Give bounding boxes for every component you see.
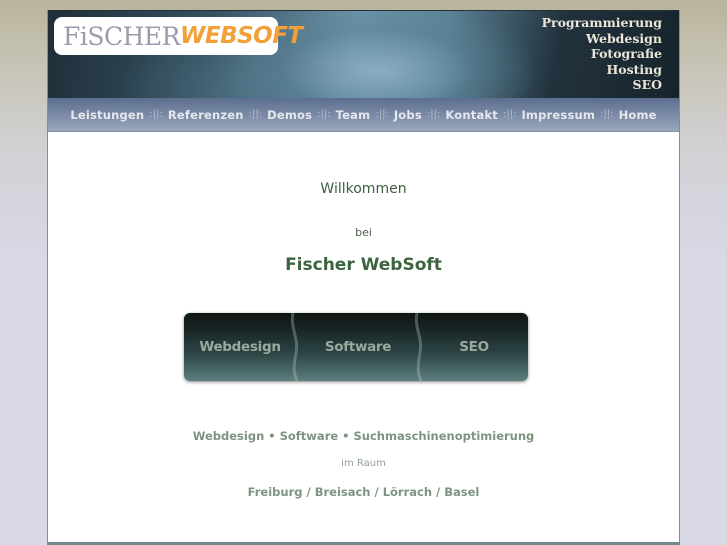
nav-demos[interactable]: Demos <box>267 108 312 122</box>
banner-webdesign-label: Webdesign <box>199 339 281 355</box>
main-nav: Leistungen :||: Referenzen :||: Demos :|… <box>48 98 679 132</box>
service-item: Hosting <box>606 61 662 77</box>
page-container: FiSCHER WEBSOFT Programmierung Webdesign … <box>47 10 680 545</box>
banner-seo-label: SEO <box>459 339 489 355</box>
banner-webdesign[interactable]: Webdesign <box>184 313 296 381</box>
nav-separator: :||: <box>502 109 517 120</box>
service-item: SEO <box>632 77 662 92</box>
banner-software-label: Software <box>324 339 392 355</box>
nav-separator: :||: <box>426 109 441 120</box>
banner-wave-divider <box>414 313 423 381</box>
header-banner: FiSCHER WEBSOFT Programmierung Webdesign … <box>48 10 679 99</box>
bei-text: bei <box>355 226 372 239</box>
nav-separator: :||: <box>600 109 614 120</box>
logo[interactable]: FiSCHER WEBSOFT <box>54 17 303 55</box>
welcome-heading: Willkommen <box>320 181 407 197</box>
banner-wave-divider <box>290 313 299 381</box>
services-list: Programmierung Webdesign Fotografie Host… <box>542 15 662 93</box>
region-label: im Raum <box>341 458 386 469</box>
services-banner: Webdesign Software SEO <box>184 313 528 381</box>
nav-separator: :||: <box>248 109 263 120</box>
nav-team[interactable]: Team <box>336 108 371 122</box>
nav-separator: :||: <box>317 109 331 120</box>
service-item: Webdesign <box>585 30 662 46</box>
logo-fischer: FiSCHER <box>63 21 180 51</box>
nav-referenzen[interactable]: Referenzen <box>168 108 244 122</box>
nav-kontakt[interactable]: Kontakt <box>445 108 498 122</box>
tagline: Webdesign • Software • Suchmaschinenopti… <box>192 429 535 443</box>
logo-websoft: WEBSOFT <box>179 23 303 49</box>
nav-impressum[interactable]: Impressum <box>521 108 595 122</box>
nav-separator: :||: <box>375 109 389 120</box>
nav-jobs[interactable]: Jobs <box>394 108 422 122</box>
nav-home[interactable]: Home <box>619 108 657 122</box>
banner-seo[interactable]: SEO <box>420 313 528 381</box>
nav-separator: :||: <box>149 109 163 120</box>
nav-leistungen[interactable]: Leistungen <box>70 108 144 122</box>
service-item: Programmierung <box>541 15 662 30</box>
service-item: Fotografie <box>590 46 662 61</box>
cities-list: Freiburg / Breisach / Lörrach / Basel <box>247 485 480 499</box>
company-name: Fischer WebSoft <box>285 255 442 275</box>
banner-software[interactable]: Software <box>296 313 420 381</box>
